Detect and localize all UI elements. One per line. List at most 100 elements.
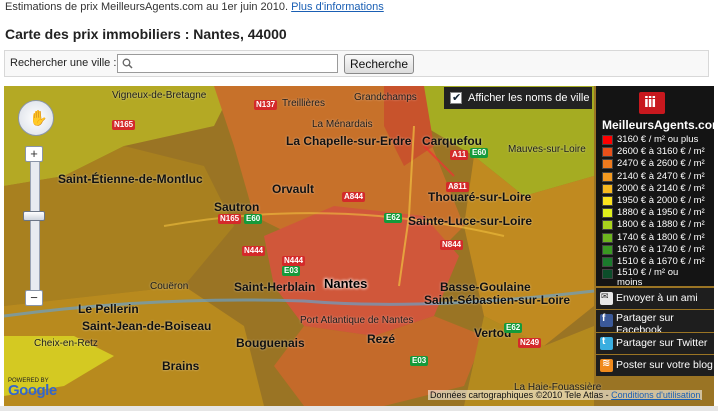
place-saint-herblain: Saint-Herblain bbox=[234, 280, 316, 294]
legend-row: 1740 € à 1800 € / m² bbox=[602, 232, 710, 244]
blog-post-button[interactable]: ≋ Poster sur votre blog bbox=[596, 355, 714, 376]
place-orvault: Orvault bbox=[272, 182, 315, 196]
legend-swatch bbox=[602, 220, 613, 231]
road-shield-e60-west: E60 bbox=[244, 214, 263, 224]
zoom-slider-track[interactable] bbox=[30, 148, 40, 298]
place-grandchamps: Grandchamps bbox=[354, 92, 417, 103]
more-info-link[interactable]: Plus d'informations bbox=[291, 1, 384, 13]
place-coueron: Couëron bbox=[150, 281, 189, 292]
legend-row: 1670 € à 1740 € / m² bbox=[602, 244, 710, 256]
place-bouguenais: Bouguenais bbox=[236, 336, 305, 350]
search-input-wrapper[interactable] bbox=[117, 54, 338, 73]
road-shield-n165-west: N165 bbox=[218, 214, 242, 224]
legend-swatch bbox=[602, 232, 613, 243]
place-la-menardais: La Ménardais bbox=[312, 119, 373, 130]
road-shield-a844: A844 bbox=[342, 192, 366, 202]
road-shield-n165-north: N165 bbox=[112, 120, 136, 130]
road-shield-n844: N844 bbox=[440, 240, 464, 250]
place-cheix: Cheix-en-Retz bbox=[34, 338, 98, 349]
road-shield-a11: A11 bbox=[450, 150, 469, 160]
legend-row: 1800 € à 1880 € / m² bbox=[602, 219, 710, 231]
zoom-out-button[interactable]: − bbox=[25, 290, 43, 306]
legend-label: 1670 € à 1740 € / m² bbox=[617, 243, 705, 255]
place-la-chapelle: La Chapelle-sur-Erdre bbox=[286, 134, 412, 148]
place-mauves: Mauves-sur-Loire bbox=[508, 144, 586, 155]
legend-row: 1510 € / m² ou moins bbox=[602, 268, 710, 290]
road-shield-e03-south: E03 bbox=[410, 356, 429, 366]
road-shield-e62-east: E62 bbox=[384, 213, 403, 223]
legend-swatch bbox=[602, 135, 613, 145]
place-saint-etienne: Saint-Étienne-de-Montluc bbox=[58, 172, 203, 186]
place-brains: Brains bbox=[162, 359, 200, 373]
road-shield-e60-east: E60 bbox=[470, 148, 489, 158]
road-shield-n137: N137 bbox=[254, 100, 278, 110]
show-names-checkbox[interactable]: ✔ bbox=[450, 92, 462, 104]
brand-block[interactable]: ⅲ MeilleursAgents.com bbox=[596, 90, 714, 136]
estimate-text: Estimations de prix MeilleursAgents.com … bbox=[5, 1, 289, 13]
email-friend-button[interactable]: ✉ Envoyer à un ami bbox=[596, 288, 714, 309]
copyright-text: Données cartographiques ©2010 Tele Atlas… bbox=[430, 390, 609, 400]
legend-row: 2470 € à 2600 € / m² bbox=[602, 158, 710, 170]
search-icon bbox=[122, 58, 133, 69]
brand-name: MeilleursAgents.com bbox=[602, 118, 714, 132]
horizontal-scrollbar[interactable] bbox=[0, 406, 718, 411]
place-nantes: Nantes bbox=[324, 276, 368, 291]
legend-label: 1740 € à 1800 € / m² bbox=[617, 231, 705, 243]
facebook-icon: f bbox=[600, 313, 613, 327]
legend-label: 1950 € à 2000 € / m² bbox=[617, 194, 705, 206]
twitter-share-button[interactable]: t Partager sur Twitter bbox=[596, 333, 714, 354]
legend-label: 1880 € à 1950 € / m² bbox=[617, 207, 705, 219]
google-wordmark: Google bbox=[8, 382, 57, 399]
legend-label: 3160 € / m² ou plus bbox=[617, 134, 699, 145]
facebook-share-button[interactable]: f Partager sur Facebook bbox=[596, 310, 714, 332]
show-names-toggle[interactable]: ✔ Afficher les noms de ville bbox=[444, 87, 592, 109]
price-legend: 3160 € / m² ou plus 2600 € à 3160 € / m²… bbox=[602, 134, 710, 290]
show-names-label: Afficher les noms de ville bbox=[468, 92, 590, 104]
search-label: Rechercher une ville : bbox=[10, 57, 117, 69]
legend-label: 2470 € à 2600 € / m² bbox=[617, 158, 705, 170]
legend-swatch bbox=[602, 183, 613, 194]
legend-label: 1510 € / m² ou moins bbox=[617, 267, 679, 289]
legend-swatch bbox=[602, 147, 613, 158]
place-sainte-luce: Sainte-Luce-sur-Loire bbox=[408, 214, 533, 228]
terms-link[interactable]: Conditions d'utilisation bbox=[611, 390, 700, 400]
twitter-icon: t bbox=[600, 336, 613, 350]
blog-post-label: Poster sur votre blog bbox=[616, 359, 713, 371]
zoom-in-button[interactable]: + bbox=[25, 146, 43, 162]
legend-label: 2000 € à 2140 € / m² bbox=[617, 182, 705, 194]
place-sautron: Sautron bbox=[214, 200, 260, 214]
legend-label: 2140 € à 2470 € / m² bbox=[617, 170, 705, 182]
legend-label: 1510 € à 1670 € / m² bbox=[617, 255, 705, 267]
road-shield-n249: N249 bbox=[518, 338, 542, 348]
legend-swatch bbox=[602, 195, 613, 206]
legend-label: 2600 € à 3160 € / m² bbox=[617, 146, 705, 158]
google-logo[interactable]: POWERED BY Google bbox=[8, 378, 57, 399]
place-treillieres: Treillières bbox=[282, 98, 325, 109]
legend-swatch bbox=[602, 256, 613, 267]
road-shield-e62-south: E62 bbox=[504, 323, 523, 333]
place-basse-goulaine: Basse-Goulaine bbox=[440, 280, 531, 294]
search-button[interactable]: Recherche bbox=[344, 54, 414, 74]
legend-row: 2000 € à 2140 € / m² bbox=[602, 183, 710, 195]
legend-row: 1880 € à 1950 € / m² bbox=[602, 207, 710, 219]
zoom-slider-handle[interactable] bbox=[23, 211, 45, 221]
price-map[interactable]: Vigneux-de-Bretagne Treillières Grandcha… bbox=[4, 86, 714, 406]
page-title: Carte des prix immobiliers : Nantes, 440… bbox=[5, 26, 287, 42]
pan-hand-icon: ✋ bbox=[29, 110, 48, 127]
share-actions: ✉ Envoyer à un ami f Partager sur Facebo… bbox=[596, 288, 714, 377]
map-pan-control[interactable]: ✋ bbox=[18, 100, 54, 136]
twitter-share-label: Partager sur Twitter bbox=[616, 337, 708, 349]
envelope-icon: ✉ bbox=[600, 291, 613, 305]
place-thouare: Thouaré-sur-Loire bbox=[428, 190, 532, 204]
map-copyright: Données cartographiques ©2010 Tele Atlas… bbox=[428, 390, 703, 400]
legend-swatch bbox=[602, 208, 613, 219]
place-vigneux: Vigneux-de-Bretagne bbox=[112, 90, 207, 101]
legend-label: 1800 € à 1880 € / m² bbox=[617, 219, 705, 231]
legend-swatch bbox=[602, 244, 613, 255]
search-input[interactable] bbox=[136, 56, 334, 71]
legend-row: 3160 € / m² ou plus bbox=[602, 134, 710, 146]
place-carquefou: Carquefou bbox=[422, 134, 482, 148]
road-shield-n444-south: N444 bbox=[282, 256, 306, 266]
place-saint-sebastien: Saint-Sébastien-sur-Loire bbox=[424, 293, 571, 307]
email-friend-label: Envoyer à un ami bbox=[616, 292, 698, 304]
